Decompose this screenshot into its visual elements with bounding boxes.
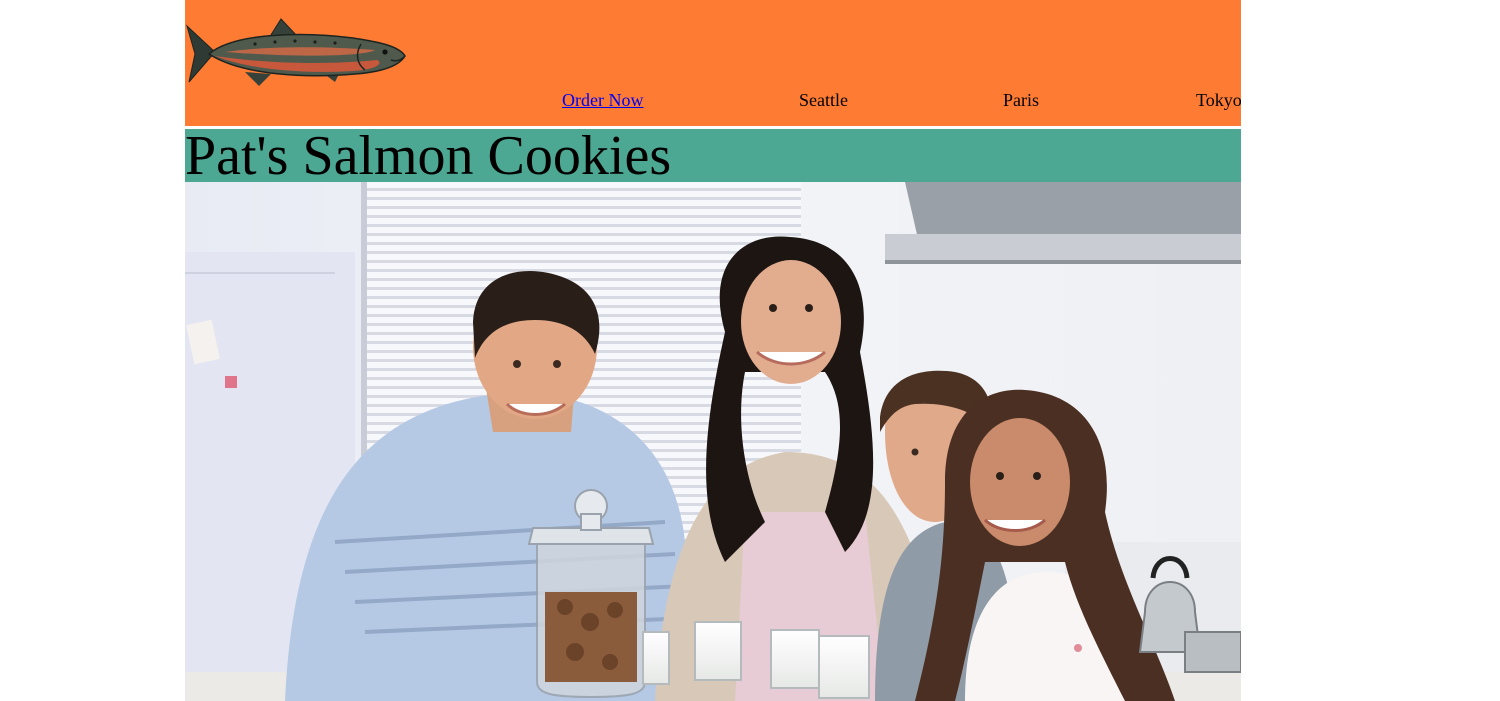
salmon-logo xyxy=(186,18,406,86)
page: Order Now Seattle Paris Tokyo Pat's Salm… xyxy=(185,0,1241,701)
nav-paris: Paris xyxy=(1003,90,1039,110)
main-nav: Order Now Seattle Paris Tokyo xyxy=(185,88,1241,112)
nav-seattle: Seattle xyxy=(799,90,848,110)
family-with-cookies-photo xyxy=(185,182,1241,701)
nav-order-now-link[interactable]: Order Now xyxy=(562,88,643,112)
title-bar: Pat's Salmon Cookies xyxy=(185,129,1241,182)
site-header: Order Now Seattle Paris Tokyo xyxy=(185,0,1241,126)
hero-image xyxy=(185,182,1241,701)
nav-tokyo: Tokyo xyxy=(1196,90,1241,110)
page-title: Pat's Salmon Cookies xyxy=(185,129,672,182)
